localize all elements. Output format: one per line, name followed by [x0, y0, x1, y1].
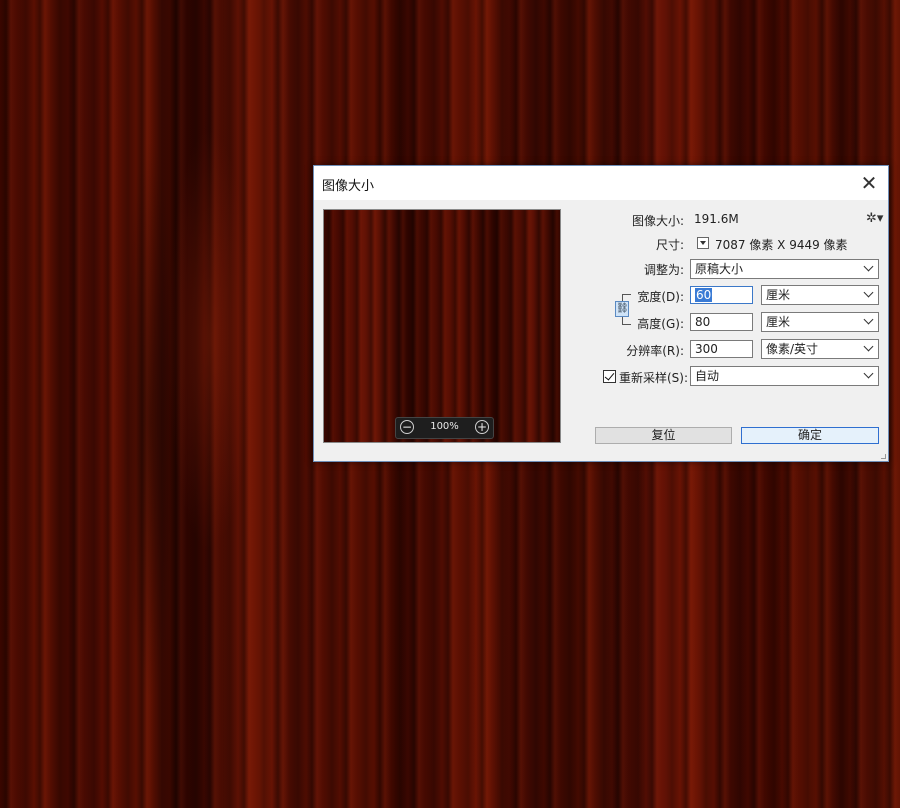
resample-select[interactable]: 自动 [690, 366, 879, 386]
dimensions-value: 7087 像素 X 9449 像素 [715, 238, 848, 252]
preview-zoom-bar: − 100% + [395, 417, 494, 439]
gear-icon[interactable]: ✲▾ [866, 211, 883, 226]
resolution-label: 分辨率(R): [626, 344, 684, 358]
chevron-down-icon [863, 261, 874, 272]
fit-to-value: 原稿大小 [695, 262, 744, 276]
resize-grip[interactable] [881, 454, 886, 459]
dimensions-dropdown-icon[interactable] [697, 237, 709, 249]
height-unit-value: 厘米 [766, 315, 791, 329]
fit-to-label: 调整为: [643, 263, 684, 277]
resample-value: 自动 [695, 369, 720, 383]
resample-label: 重新采样(S): [619, 371, 689, 385]
resample-checkbox[interactable] [603, 370, 616, 383]
chevron-down-icon [863, 287, 874, 298]
resolution-unit-select[interactable]: 像素/英寸 [761, 339, 879, 359]
reset-button[interactable]: 复位 [595, 427, 732, 444]
image-size-value: 191.6M [694, 212, 739, 226]
wood-grain-detail [90, 0, 350, 808]
chevron-down-icon [863, 314, 874, 325]
image-size-label: 图像大小: [631, 214, 684, 228]
dialog-title: 图像大小 [322, 179, 375, 194]
width-value: 60 [695, 288, 713, 302]
height-unit-select[interactable]: 厘米 [761, 312, 879, 332]
chevron-down-icon [863, 368, 874, 379]
resolution-unit-value: 像素/英寸 [766, 342, 819, 356]
zoom-in-icon[interactable]: + [475, 420, 489, 434]
height-input[interactable]: 80 [690, 313, 753, 331]
close-icon[interactable]: ✕ [856, 170, 882, 196]
width-label: 宽度(D): [637, 290, 684, 304]
ok-button[interactable]: 确定 [741, 427, 879, 444]
resolution-input[interactable]: 300 [690, 340, 753, 358]
height-value: 80 [695, 315, 711, 329]
width-unit-select[interactable]: 厘米 [761, 285, 879, 305]
image-size-dialog: 图像大小 ✕ − 100% + 图像大小: 191.6M ✲▾ 尺寸: 7087… [313, 165, 889, 462]
image-preview[interactable]: − 100% + [323, 209, 561, 443]
chevron-down-icon [863, 341, 874, 352]
dimensions-label: 尺寸: [655, 238, 684, 252]
height-label: 高度(G): [637, 317, 684, 331]
dialog-titlebar: 图像大小 ✕ [314, 166, 888, 200]
fit-to-select[interactable]: 原稿大小 [690, 259, 879, 279]
resolution-value: 300 [695, 342, 718, 356]
width-input[interactable]: 60 [690, 286, 753, 304]
width-unit-value: 厘米 [766, 288, 791, 302]
